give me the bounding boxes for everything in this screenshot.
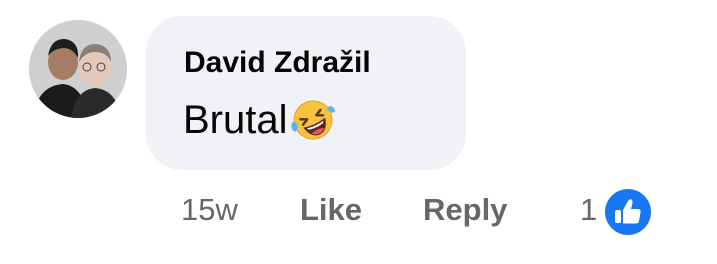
like-button[interactable]: Like — [300, 190, 362, 230]
comment-actions: 15w Like Reply 1 — [0, 185, 717, 239]
author-name[interactable]: David Zdražil — [184, 46, 371, 80]
comment-timestamp[interactable]: 15w — [181, 190, 238, 230]
reply-button[interactable]: Reply — [423, 190, 507, 230]
comment-text: Brutal — [183, 98, 288, 142]
like-reaction-icon[interactable] — [601, 185, 655, 239]
avatar[interactable] — [29, 20, 127, 118]
laughing-emoji-icon — [289, 96, 337, 144]
comment-body: Brutal — [183, 96, 337, 144]
comment: David Zdražil Brutal 15w Like Reply 1 — [0, 0, 717, 264]
avatar-photo — [29, 20, 127, 118]
reaction-count[interactable]: 1 — [580, 190, 597, 230]
comment-bubble: David Zdražil Brutal — [146, 16, 466, 170]
